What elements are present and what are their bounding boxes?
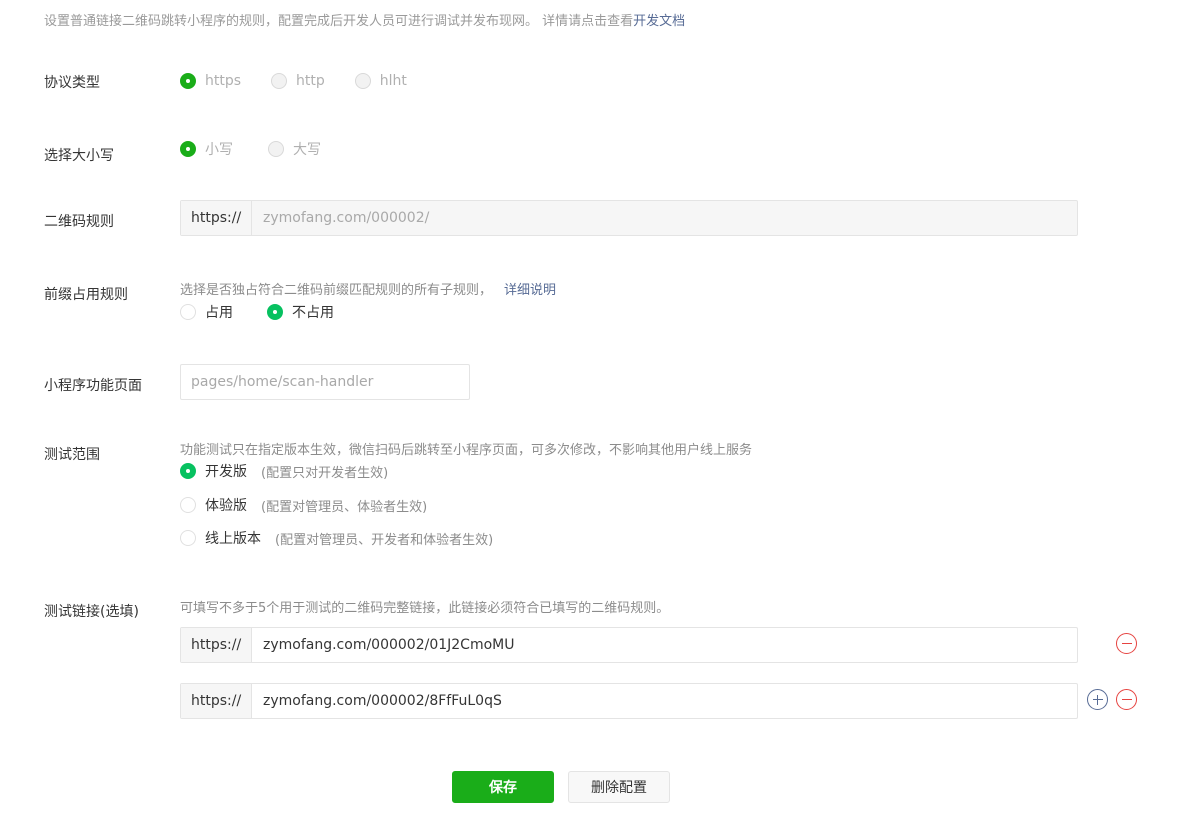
test-links-hint: 可填写不多于5个用于测试的二维码完整链接，此链接必须符合已填写的二维码规则。 <box>180 601 670 616</box>
intro-text: 设置普通链接二维码跳转小程序的规则，配置完成后开发人员可进行调试并发布现网。 详… <box>44 10 685 29</box>
test-scope-hint: 功能测试只在指定版本生效，微信扫码后跳转至小程序页面，可多次修改，不影响其他用户… <box>180 443 753 458</box>
case-option-upper[interactable]: 大写 <box>268 139 321 159</box>
prefix-rule-label: 前缀占用规则 <box>44 287 128 303</box>
plus-icon-vertical <box>1096 694 1099 705</box>
save-button[interactable]: 保存 <box>452 771 554 803</box>
radio-unchecked-icon <box>354 73 371 89</box>
protocol-option-hlht[interactable]: hlht <box>354 73 407 89</box>
radio-checked-icon <box>267 304 283 320</box>
test-link-input-2[interactable]: https:// zymofang.com/000002/8FfFuL0qS <box>180 683 1078 719</box>
case-radio-group: 小写 大写 <box>180 139 351 159</box>
protocol-option-https[interactable]: https <box>180 73 241 89</box>
test-link-prefix: https:// <box>181 628 252 662</box>
remove-link-button[interactable] <box>1116 633 1137 654</box>
test-link-value: zymofang.com/000002/8FfFuL0qS <box>263 693 502 709</box>
qr-rule-field: https:// zymofang.com/000002/ <box>180 200 1078 236</box>
case-option-label: 小写 <box>205 142 233 158</box>
page-path-input[interactable]: pages/home/scan-handler <box>180 364 470 400</box>
scope-option-label: 体验版 <box>205 498 247 514</box>
radio-checked-icon <box>180 73 196 89</box>
test-links-label: 测试链接(选填) <box>44 604 139 620</box>
case-option-lower[interactable]: 小写 <box>180 139 233 159</box>
prefix-rule-hint: 选择是否独占符合二维码前缀匹配规则的所有子规则， 详细说明 <box>180 279 556 298</box>
test-link-input-1[interactable]: https:// zymofang.com/000002/01J2CmoMU <box>180 627 1078 663</box>
delete-config-button[interactable]: 删除配置 <box>568 771 670 803</box>
case-option-label: 大写 <box>293 142 321 158</box>
minus-icon <box>1121 642 1132 645</box>
qr-rule-prefix: https:// <box>181 201 252 235</box>
protocol-option-label: hlht <box>379 73 407 89</box>
radio-unchecked-icon <box>180 304 196 320</box>
protocol-option-http[interactable]: http <box>271 73 325 89</box>
scope-option-note: (配置只对开发者生效) <box>261 465 389 481</box>
radio-unchecked-icon <box>271 73 288 89</box>
scope-option-note: (配置对管理员、开发者和体验者生效) <box>275 532 494 548</box>
scope-option-note: (配置对管理员、体验者生效) <box>261 499 428 515</box>
dev-docs-link[interactable]: 开发文档 <box>633 14 685 29</box>
prefix-option-not-occupy[interactable]: 不占用 <box>267 302 334 322</box>
radio-unchecked-icon <box>268 141 284 157</box>
radio-unchecked-icon <box>180 497 196 513</box>
scope-option-trial[interactable]: 体验版 (配置对管理员、体验者生效) <box>180 496 493 515</box>
test-link-value: zymofang.com/000002/01J2CmoMU <box>263 637 515 653</box>
prefix-option-occupy[interactable]: 占用 <box>180 302 233 322</box>
protocol-radio-group: https http hlht <box>180 73 437 89</box>
prefix-rule-hint-text: 选择是否独占符合二维码前缀匹配规则的所有子规则， <box>180 283 493 298</box>
intro-description: 设置普通链接二维码跳转小程序的规则，配置完成后开发人员可进行调试并发布现网。 详… <box>44 14 634 29</box>
remove-link-button[interactable] <box>1116 689 1137 710</box>
scope-option-label: 开发版 <box>205 464 247 480</box>
radio-unchecked-icon <box>180 530 196 546</box>
test-scope-label: 测试范围 <box>44 447 100 463</box>
scope-option-label: 线上版本 <box>205 531 261 547</box>
test-scope-radio-group: 开发版 (配置只对开发者生效) 体验版 (配置对管理员、体验者生效) 线上版本 … <box>180 462 523 548</box>
protocol-label: 协议类型 <box>44 75 100 91</box>
details-link[interactable]: 详细说明 <box>504 283 556 298</box>
page-path-placeholder: pages/home/scan-handler <box>191 374 374 390</box>
prefix-option-label: 占用 <box>205 305 233 321</box>
qr-rule-label: 二维码规则 <box>44 214 114 230</box>
radio-checked-icon <box>180 463 196 479</box>
protocol-option-label: https <box>205 73 242 89</box>
prefix-rule-radio-group: 占用 不占用 <box>180 302 364 322</box>
page-path-label: 小程序功能页面 <box>44 378 142 394</box>
test-link-prefix: https:// <box>181 684 252 718</box>
radio-checked-icon <box>180 141 196 157</box>
protocol-option-label: http <box>296 73 325 89</box>
scope-option-online[interactable]: 线上版本 (配置对管理员、开发者和体验者生效) <box>180 529 494 548</box>
scope-option-dev[interactable]: 开发版 (配置只对开发者生效) <box>180 462 493 481</box>
case-label: 选择大小写 <box>44 148 114 164</box>
add-link-button[interactable] <box>1087 689 1108 710</box>
qr-rule-value: zymofang.com/000002/ <box>263 210 430 226</box>
minus-icon <box>1121 698 1132 701</box>
prefix-option-label: 不占用 <box>292 305 334 321</box>
